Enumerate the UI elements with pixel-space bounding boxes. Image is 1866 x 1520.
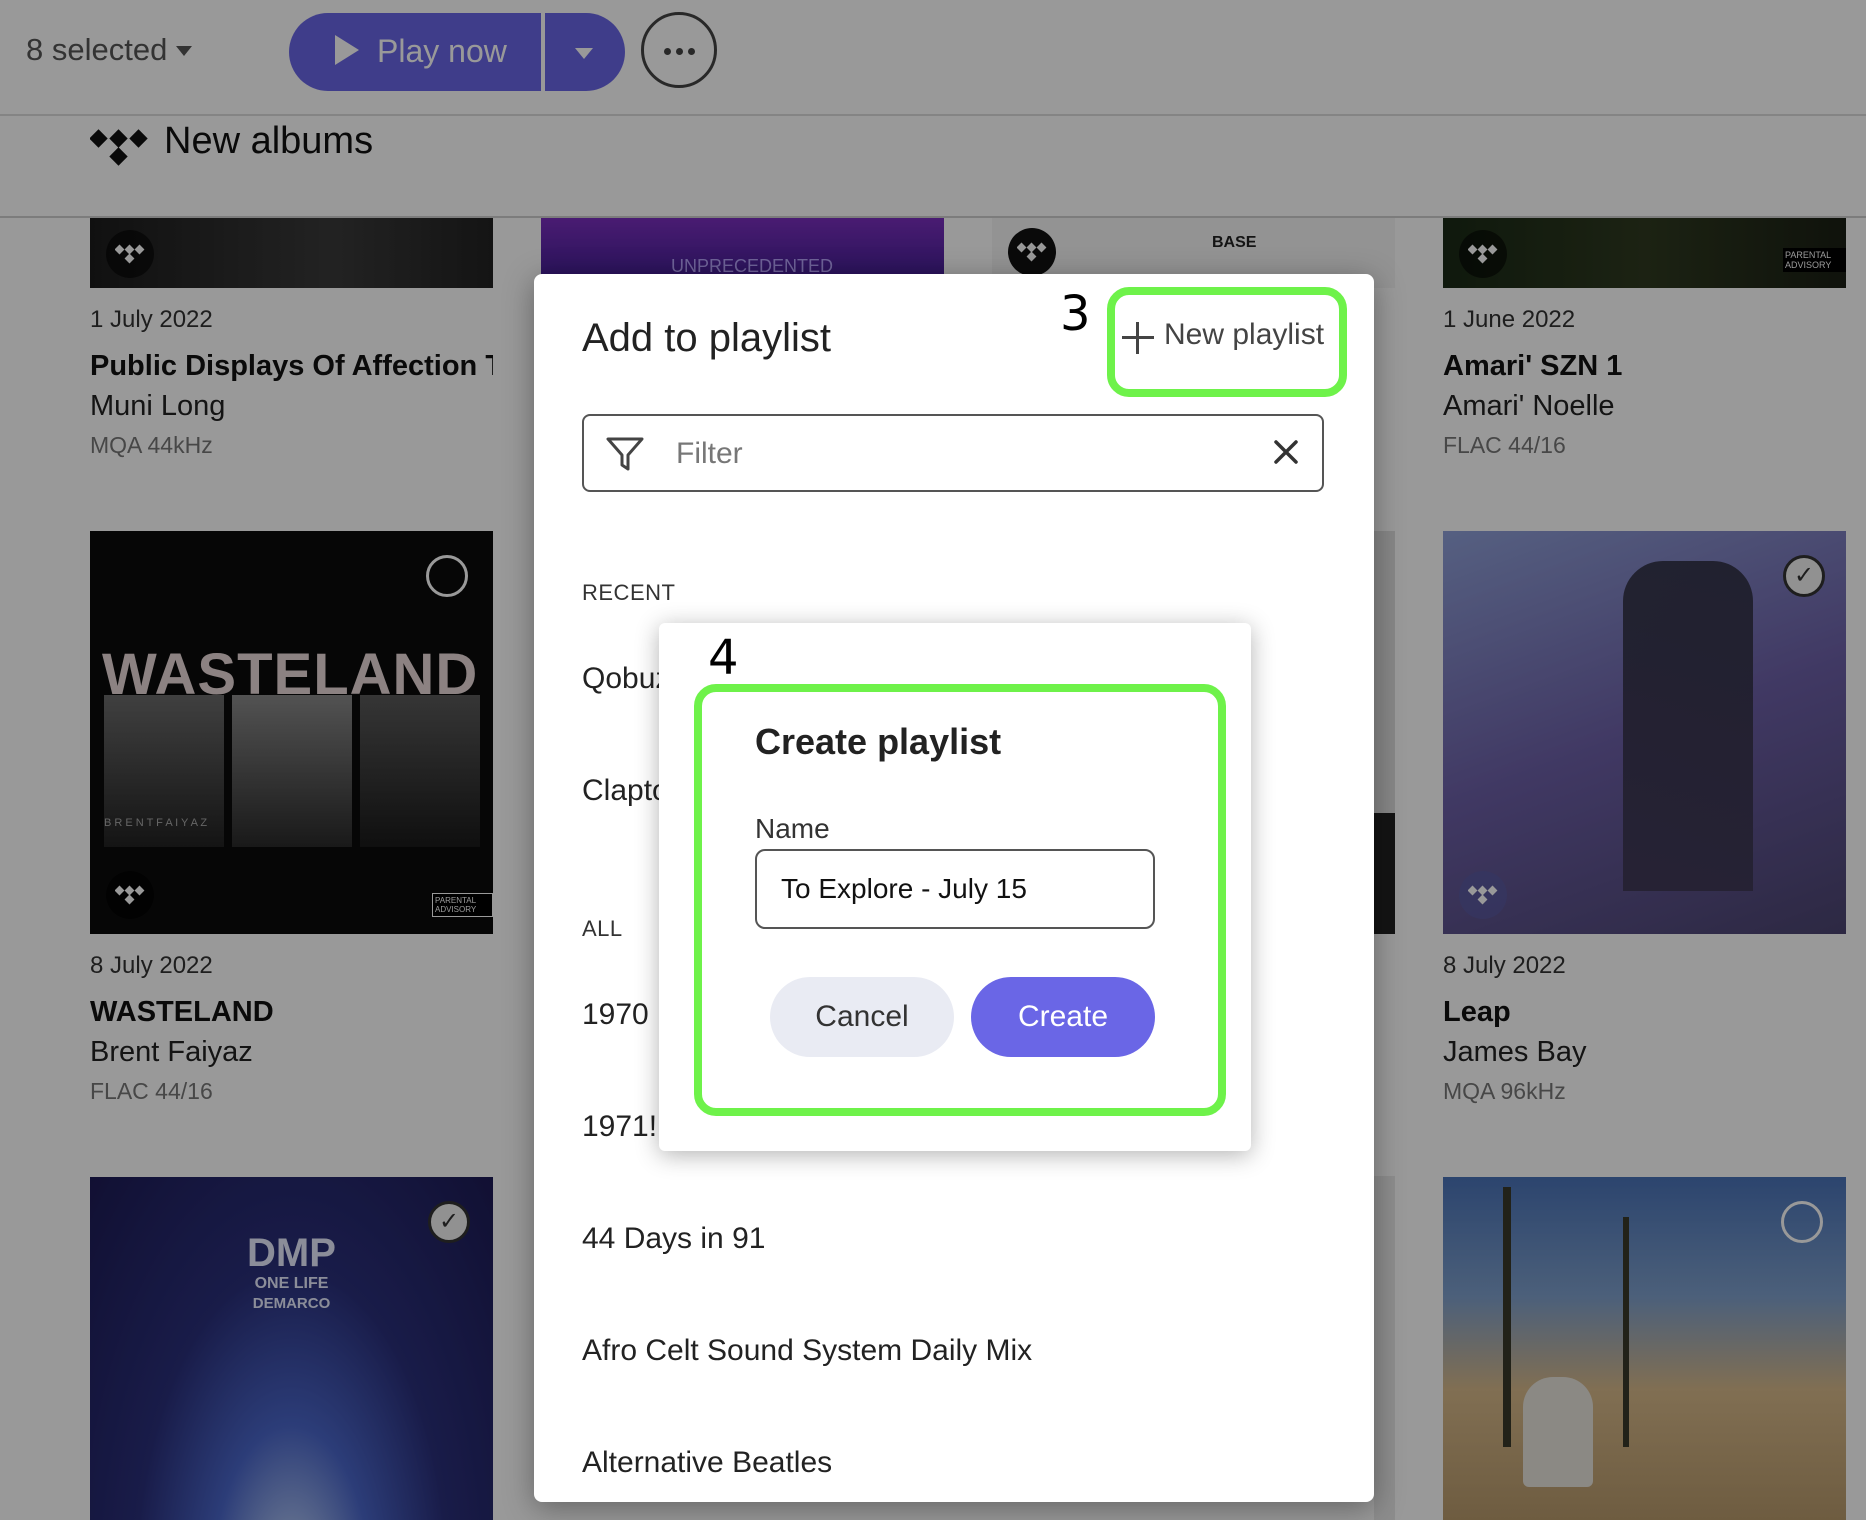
playlist-item[interactable]: Qobuz (582, 662, 670, 696)
recent-section-header: RECENT (582, 580, 676, 605)
filter-field (582, 414, 1324, 492)
filter-input[interactable] (674, 432, 1238, 476)
playlist-item[interactable]: Afro Celt Sound System Daily Mix (582, 1334, 1032, 1368)
all-section-header: ALL (582, 916, 623, 941)
filter-icon (606, 437, 644, 471)
playlist-item[interactable]: 44 Days in 91 (582, 1222, 765, 1256)
dialog-title: Add to playlist (582, 316, 832, 360)
step-number-annotation: 4 (708, 630, 739, 686)
highlight-box (694, 684, 1226, 1116)
step-number-annotation: 3 (1060, 286, 1091, 342)
playlist-item[interactable]: 1971! (582, 1110, 657, 1144)
playlist-item[interactable]: 1970 (582, 998, 649, 1032)
clear-icon[interactable] (1268, 434, 1304, 470)
playlist-item[interactable]: Alternative Beatles (582, 1446, 832, 1480)
highlight-box (1107, 287, 1347, 397)
